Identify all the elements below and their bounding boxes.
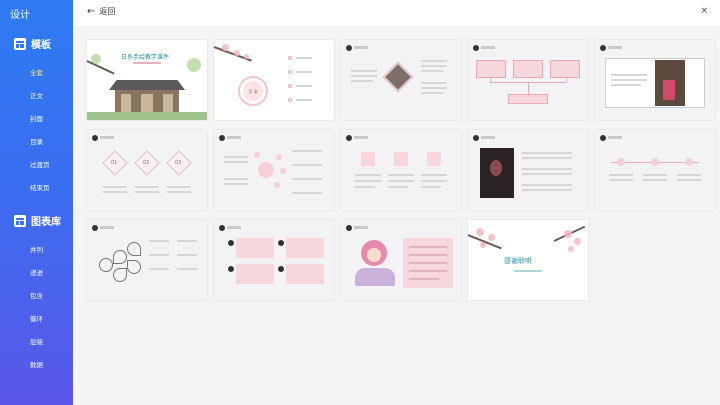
template-icon <box>14 37 26 50</box>
top-bar: ← 返回 × <box>73 0 720 26</box>
close-button[interactable]: × <box>700 6 708 16</box>
template-thumbnail-petal-cycle[interactable] <box>87 220 207 300</box>
nav-item-toc[interactable]: 目录 <box>30 136 43 146</box>
nav-item-cover[interactable]: 封面 <box>30 113 43 123</box>
charts-section-header: 图表库 <box>14 213 61 228</box>
templates-section-label: 模板 <box>31 40 51 51</box>
sidebar-title: 设计 <box>10 10 30 21</box>
nav-item-contain[interactable]: 包含 <box>30 290 43 300</box>
nav-item-hierarchy[interactable]: 层级 <box>30 336 43 346</box>
template-thumbnail-ending[interactable]: 感谢聆听 <box>468 220 588 300</box>
step-number-3: 03 <box>175 160 182 166</box>
nav-item-parallel[interactable]: 并列 <box>30 244 43 254</box>
nav-item-all[interactable]: 全套 <box>30 67 43 77</box>
ending-title: 感谢聆听 <box>504 257 532 265</box>
charts-section-label: 图表库 <box>31 217 61 228</box>
nav-item-ending[interactable]: 结束页 <box>30 182 50 192</box>
templates-section-header: 模板 <box>14 36 51 51</box>
template-thumbnail-toc[interactable]: 目 录 <box>214 40 334 120</box>
nav-item-body[interactable]: 正文 <box>30 90 43 100</box>
nav-item-progressive[interactable]: 递进 <box>30 267 43 277</box>
template-thumbnail-dark-photo[interactable] <box>468 130 588 210</box>
cover-title: 日系手绘教学课件 <box>121 54 170 61</box>
back-button[interactable]: ← 返回 <box>87 6 115 17</box>
chart-library-icon <box>14 214 26 227</box>
step-number-2: 02 <box>143 160 150 166</box>
back-label: 返回 <box>99 7 116 16</box>
arrow-left-icon: ← <box>87 5 96 17</box>
template-thumbnail-circle-diagram[interactable] <box>214 130 334 210</box>
template-thumbnail-illustration[interactable] <box>341 220 461 300</box>
template-thumbnail-three-steps[interactable]: 01 02 03 <box>87 130 207 210</box>
nav-item-data[interactable]: 数据 <box>30 359 43 369</box>
template-thumbnail-photo[interactable] <box>595 40 715 120</box>
sidebar: 设计 模板 全套 正文 封面 目录 过渡页 结束页 图表库 并列 递进 包含 循… <box>0 0 73 405</box>
step-number-1: 01 <box>111 160 118 166</box>
nav-item-cycle[interactable]: 循环 <box>30 313 43 323</box>
toc-title: 目 录 <box>248 89 258 94</box>
template-thumbnail-image-diamond[interactable] <box>341 40 461 120</box>
template-thumbnail-timeline[interactable] <box>595 130 715 210</box>
template-thumbnail-cover[interactable]: 日系手绘教学课件 <box>87 40 207 120</box>
template-thumbnail-four-cards[interactable] <box>214 220 334 300</box>
nav-item-transition[interactable]: 过渡页 <box>30 159 50 169</box>
template-thumbnail-hierarchy[interactable] <box>468 40 588 120</box>
template-thumbnail-icon-columns[interactable] <box>341 130 461 210</box>
